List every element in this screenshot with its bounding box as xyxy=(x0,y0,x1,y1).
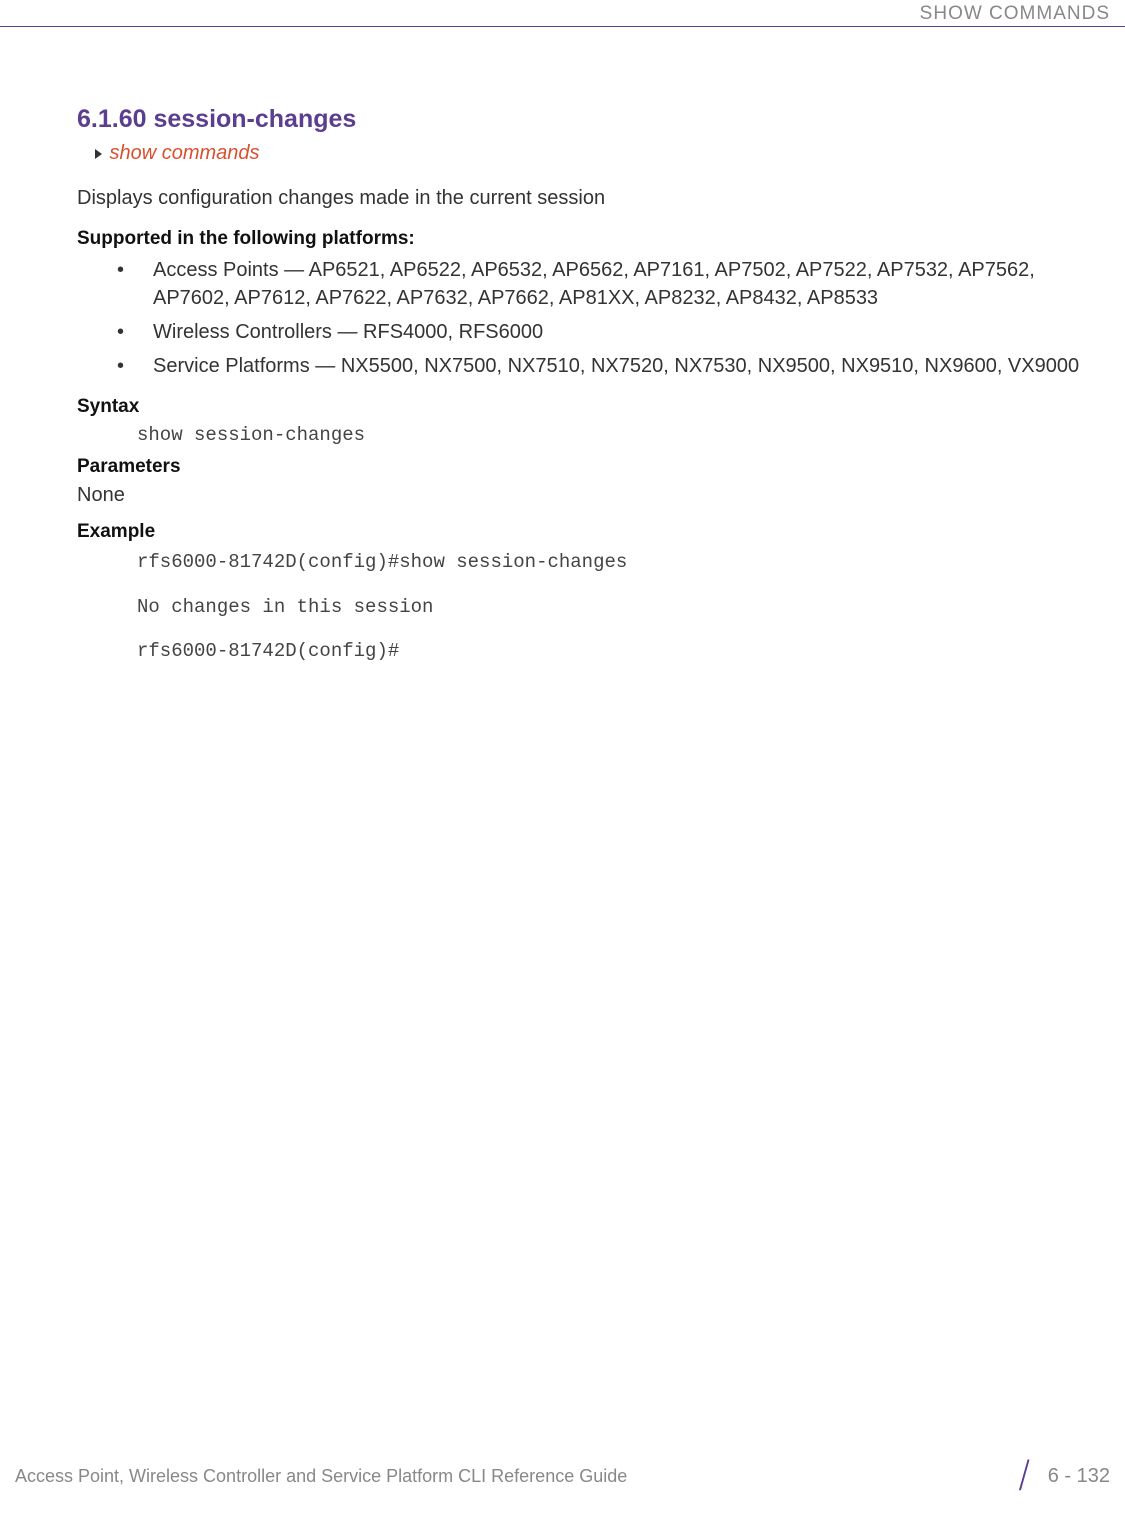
example-line: rfs6000-81742D(config)# xyxy=(137,638,1090,665)
show-commands-link[interactable]: show commands xyxy=(109,142,259,164)
example-line: rfs6000-81742D(config)#show session-chan… xyxy=(137,549,1090,576)
arrow-right-icon xyxy=(95,149,102,159)
list-item: Access Points — AP6521, AP6522, AP6532, … xyxy=(117,256,1090,312)
section-description: Displays configuration changes made in t… xyxy=(77,187,1090,210)
example-heading: Example xyxy=(77,521,1090,543)
page-footer: Access Point, Wireless Controller and Se… xyxy=(15,1452,1110,1500)
example-line: No changes in this session xyxy=(137,594,1090,621)
supported-platforms-list: Access Points — AP6521, AP6522, AP6532, … xyxy=(117,256,1090,380)
page-number: 6 - 132 xyxy=(1048,1465,1110,1488)
syntax-code: show session-changes xyxy=(137,424,1090,446)
supported-platforms-heading: Supported in the following platforms: xyxy=(77,228,1090,250)
parameters-heading: Parameters xyxy=(77,456,1090,478)
footer-guide-title: Access Point, Wireless Controller and Se… xyxy=(15,1466,627,1487)
header-divider xyxy=(0,26,1125,27)
section-title: 6.1.60 session-changes xyxy=(77,105,1090,134)
example-output: rfs6000-81742D(config)#show session-chan… xyxy=(137,549,1090,665)
breadcrumb-link-row: show commands xyxy=(95,142,1090,165)
list-item: Wireless Controllers — RFS4000, RFS6000 xyxy=(117,318,1090,346)
slash-icon: / xyxy=(1020,1452,1027,1500)
footer-right-group: / 6 - 132 xyxy=(1018,1452,1110,1500)
list-item: Service Platforms — NX5500, NX7500, NX75… xyxy=(117,352,1090,380)
parameters-value: None xyxy=(77,484,1090,507)
page-content: 6.1.60 session-changes show commands Dis… xyxy=(77,105,1090,679)
header-chapter-label: SHOW COMMANDS xyxy=(920,3,1110,25)
syntax-heading: Syntax xyxy=(77,396,1090,418)
